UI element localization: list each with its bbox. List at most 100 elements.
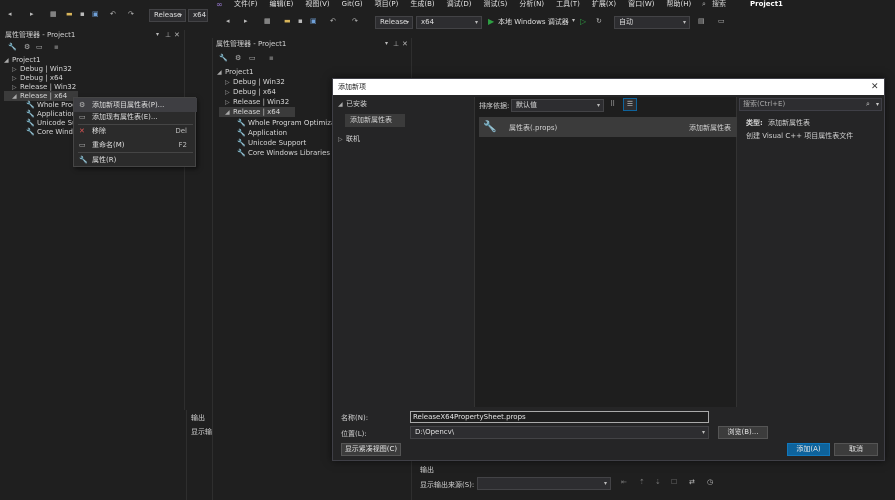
menu-item[interactable]: 视图(V)	[305, 0, 329, 8]
tree-sheet[interactable]: 🔧 Unicode Support	[237, 138, 306, 148]
properties-icon[interactable]: 🔧	[8, 43, 17, 51]
back-icon[interactable]: ◂	[8, 10, 12, 18]
close-icon[interactable]: ✕	[402, 38, 408, 50]
platform-combo[interactable]: x64 ▾	[416, 16, 482, 29]
word-wrap-icon[interactable]: ⇄	[689, 478, 695, 486]
tree-add-property-sheet[interactable]: 添加新属性表	[345, 114, 405, 127]
add-sheet-icon[interactable]: ⚙	[24, 43, 30, 51]
forward-icon[interactable]: ▸	[244, 17, 248, 25]
tree-sheet[interactable]: 🔧 Core Windows Libraries	[237, 148, 330, 158]
search-icon[interactable]: ⌕	[866, 99, 870, 110]
chevron-down-icon[interactable]: ▾	[876, 99, 879, 110]
close-icon[interactable]: ✕	[871, 79, 879, 95]
menu-item-rename[interactable]: ▭ 重命名(M) F2	[74, 138, 197, 152]
prev-message-icon[interactable]: ⇡	[639, 478, 645, 486]
clock-icon[interactable]: ◷	[707, 478, 713, 486]
pin-icon[interactable]: ⊥	[393, 38, 399, 50]
tree-sheet[interactable]: 🔧 Whole Program Optimizat	[237, 118, 338, 128]
collapse-icon[interactable]: ◢	[225, 108, 233, 118]
cancel-button[interactable]: 取消	[834, 443, 878, 456]
tree-sheet[interactable]: 🔧 Application	[237, 128, 287, 138]
list-view-button[interactable]: ☰	[623, 98, 637, 111]
save-icon[interactable]: ▪	[80, 10, 85, 18]
compact-view-button[interactable]: 显示紧凑视图(C)	[341, 443, 401, 456]
redo-icon[interactable]: ↷	[352, 17, 358, 25]
tree-installed[interactable]: ◢ 已安装	[338, 99, 367, 109]
collapse-icon[interactable]: ◢	[338, 100, 346, 110]
properties-icon[interactable]: 🔧	[219, 54, 228, 62]
pin-icon[interactable]: ⊥	[165, 30, 171, 40]
browse-button[interactable]: 浏览(B)...	[718, 426, 768, 439]
menu-item-properties[interactable]: 🔧 属性(R)	[74, 153, 197, 167]
save-all-icon[interactable]: ▣	[92, 10, 99, 18]
output-source-combo[interactable]: ▾	[477, 477, 611, 490]
dropdown-icon[interactable]: ▾	[385, 38, 388, 50]
toolbar-options-icon[interactable]: ▭	[718, 17, 725, 25]
save-icon[interactable]: ▪	[298, 17, 303, 25]
left-config-combo[interactable]: Release ▾	[149, 9, 186, 22]
next-message-icon[interactable]: ⇣	[655, 478, 661, 486]
add-existing-icon[interactable]: ▭	[249, 54, 256, 62]
close-icon[interactable]: ✕	[174, 30, 180, 40]
undo-icon[interactable]: ↶	[110, 10, 116, 18]
save-all-icon[interactable]: ▣	[310, 17, 317, 25]
expand-icon[interactable]: ▷	[338, 135, 346, 145]
menu-item[interactable]: 文件(F)	[234, 0, 258, 8]
save-sheet-icon[interactable]: ▪	[269, 54, 274, 62]
tree-config-selected[interactable]: ◢ Release | x64	[219, 107, 295, 117]
collapse-icon[interactable]: ◢	[12, 92, 20, 102]
redo-icon[interactable]: ↷	[128, 10, 134, 18]
open-folder-icon[interactable]: ▬	[284, 17, 291, 25]
name-input[interactable]: ReleaseX64PropertySheet.props	[410, 411, 709, 423]
config-combo[interactable]: Release ▾	[375, 16, 413, 29]
menu-item[interactable]: 测试(S)	[483, 0, 507, 8]
run-debugger-button[interactable]: 本地 Windows 调试器	[498, 17, 569, 27]
solution-explorer-icon[interactable]: ▤	[698, 17, 705, 25]
clear-all-icon[interactable]: ☐	[671, 478, 677, 486]
tree-config[interactable]: ▷ Debug | x64	[225, 87, 276, 97]
collapse-icon[interactable]: ◢	[217, 68, 225, 78]
menu-item[interactable]: 编辑(E)	[270, 0, 294, 8]
left-platform-combo[interactable]: x64	[188, 9, 208, 22]
menu-item[interactable]: 窗口(W)	[628, 0, 654, 8]
tree-config[interactable]: ▷ Release | Win32	[225, 97, 289, 107]
menu-item[interactable]: 工具(T)	[556, 0, 580, 8]
add-button[interactable]: 添加(A)	[787, 443, 830, 456]
menu-item[interactable]: 调试(D)	[447, 0, 472, 8]
add-sheet-icon[interactable]: ⚙	[235, 54, 241, 62]
menu-item-remove[interactable]: ✕ 移除 Del	[74, 124, 197, 138]
template-item-props[interactable]: 🔧 属性表(.props) 添加新属性表	[479, 117, 737, 137]
play-icon[interactable]: ▶	[488, 17, 494, 26]
menu-item[interactable]: 分析(N)	[519, 0, 544, 8]
menu-item[interactable]: 生成(B)	[410, 0, 434, 8]
menu-item[interactable]: 扩展(X)	[592, 0, 616, 8]
hot-reload-icon[interactable]: ↻	[596, 17, 602, 25]
dropdown-icon[interactable]: ▾	[156, 30, 159, 40]
back-icon[interactable]: ◂	[226, 17, 230, 25]
menu-item[interactable]: 帮助(H)	[666, 0, 691, 8]
add-existing-icon[interactable]: ▭	[36, 43, 43, 51]
location-combo[interactable]: D:\Opencv\ ▾	[410, 426, 709, 439]
menu-item-add-existing-sheet[interactable]: ▭ 添加现有属性表(E)...	[74, 110, 197, 124]
grid-view-icon[interactable]: ⠿	[610, 100, 615, 108]
sort-combo[interactable]: 默认值 ▾	[511, 99, 604, 112]
auto-combo[interactable]: 自动 ▾	[614, 16, 690, 29]
menu-search[interactable]: 搜索	[712, 0, 726, 9]
undo-icon[interactable]: ↶	[330, 17, 336, 25]
menu-item[interactable]: 项目(P)	[375, 0, 399, 8]
search-box[interactable]: 搜索(Ctrl+E) ⌕ ▾	[739, 98, 882, 111]
run-without-debug-icon[interactable]: ▷	[580, 17, 586, 26]
tree-online[interactable]: ▷ 联机	[338, 134, 360, 144]
new-item-icon[interactable]: ▦	[264, 17, 271, 25]
tree-config[interactable]: ▷ Debug | Win32	[225, 77, 285, 87]
tree-root[interactable]: ◢ Project1	[217, 67, 253, 77]
search-icon[interactable]: ⌕	[702, 0, 706, 9]
forward-icon[interactable]: ▸	[30, 10, 34, 18]
save-sheet-icon[interactable]: ▪	[54, 43, 59, 51]
chevron-down-icon[interactable]: ▾	[572, 17, 575, 24]
open-folder-icon[interactable]: ▬	[66, 10, 73, 18]
collapse-icon[interactable]: ◢	[4, 56, 12, 66]
menu-item[interactable]: Git(G)	[342, 0, 363, 8]
new-item-icon[interactable]: ▦	[50, 10, 57, 18]
find-icon[interactable]: ⇤	[621, 478, 627, 486]
